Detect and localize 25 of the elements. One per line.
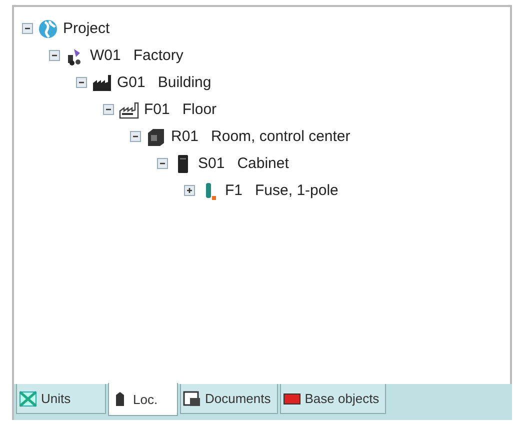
tab[interactable]: Loc. (108, 383, 178, 416)
room-icon (146, 126, 166, 146)
tab[interactable]: Documents (180, 384, 278, 414)
globe-icon (38, 18, 58, 38)
node-label[interactable]: R01 Room, control center (171, 128, 350, 145)
building-icon (119, 100, 139, 120)
collapse-icon[interactable] (103, 104, 114, 115)
node-label[interactable]: F1 Fuse, 1-pole (225, 182, 338, 199)
building-icon (92, 72, 112, 92)
tab[interactable]: Base objects (280, 384, 386, 414)
node-label[interactable]: W01 Factory (90, 47, 184, 64)
node-label[interactable]: G01 Building (117, 74, 212, 91)
collapse-icon[interactable] (157, 158, 168, 169)
collapse-icon[interactable] (76, 77, 87, 88)
units-icon (19, 390, 37, 406)
base-object-icon (282, 390, 301, 406)
tab[interactable]: Units (16, 384, 106, 414)
collapse-icon[interactable] (22, 23, 33, 34)
node-label[interactable]: Project (63, 20, 110, 37)
document-icon (183, 390, 201, 406)
node-label[interactable]: S01 Cabinet (198, 155, 289, 172)
collapse-icon[interactable] (130, 131, 141, 142)
collapse-icon[interactable] (49, 50, 60, 61)
node-label[interactable]: F01 Floor (144, 101, 217, 118)
expand-icon[interactable] (184, 185, 195, 196)
